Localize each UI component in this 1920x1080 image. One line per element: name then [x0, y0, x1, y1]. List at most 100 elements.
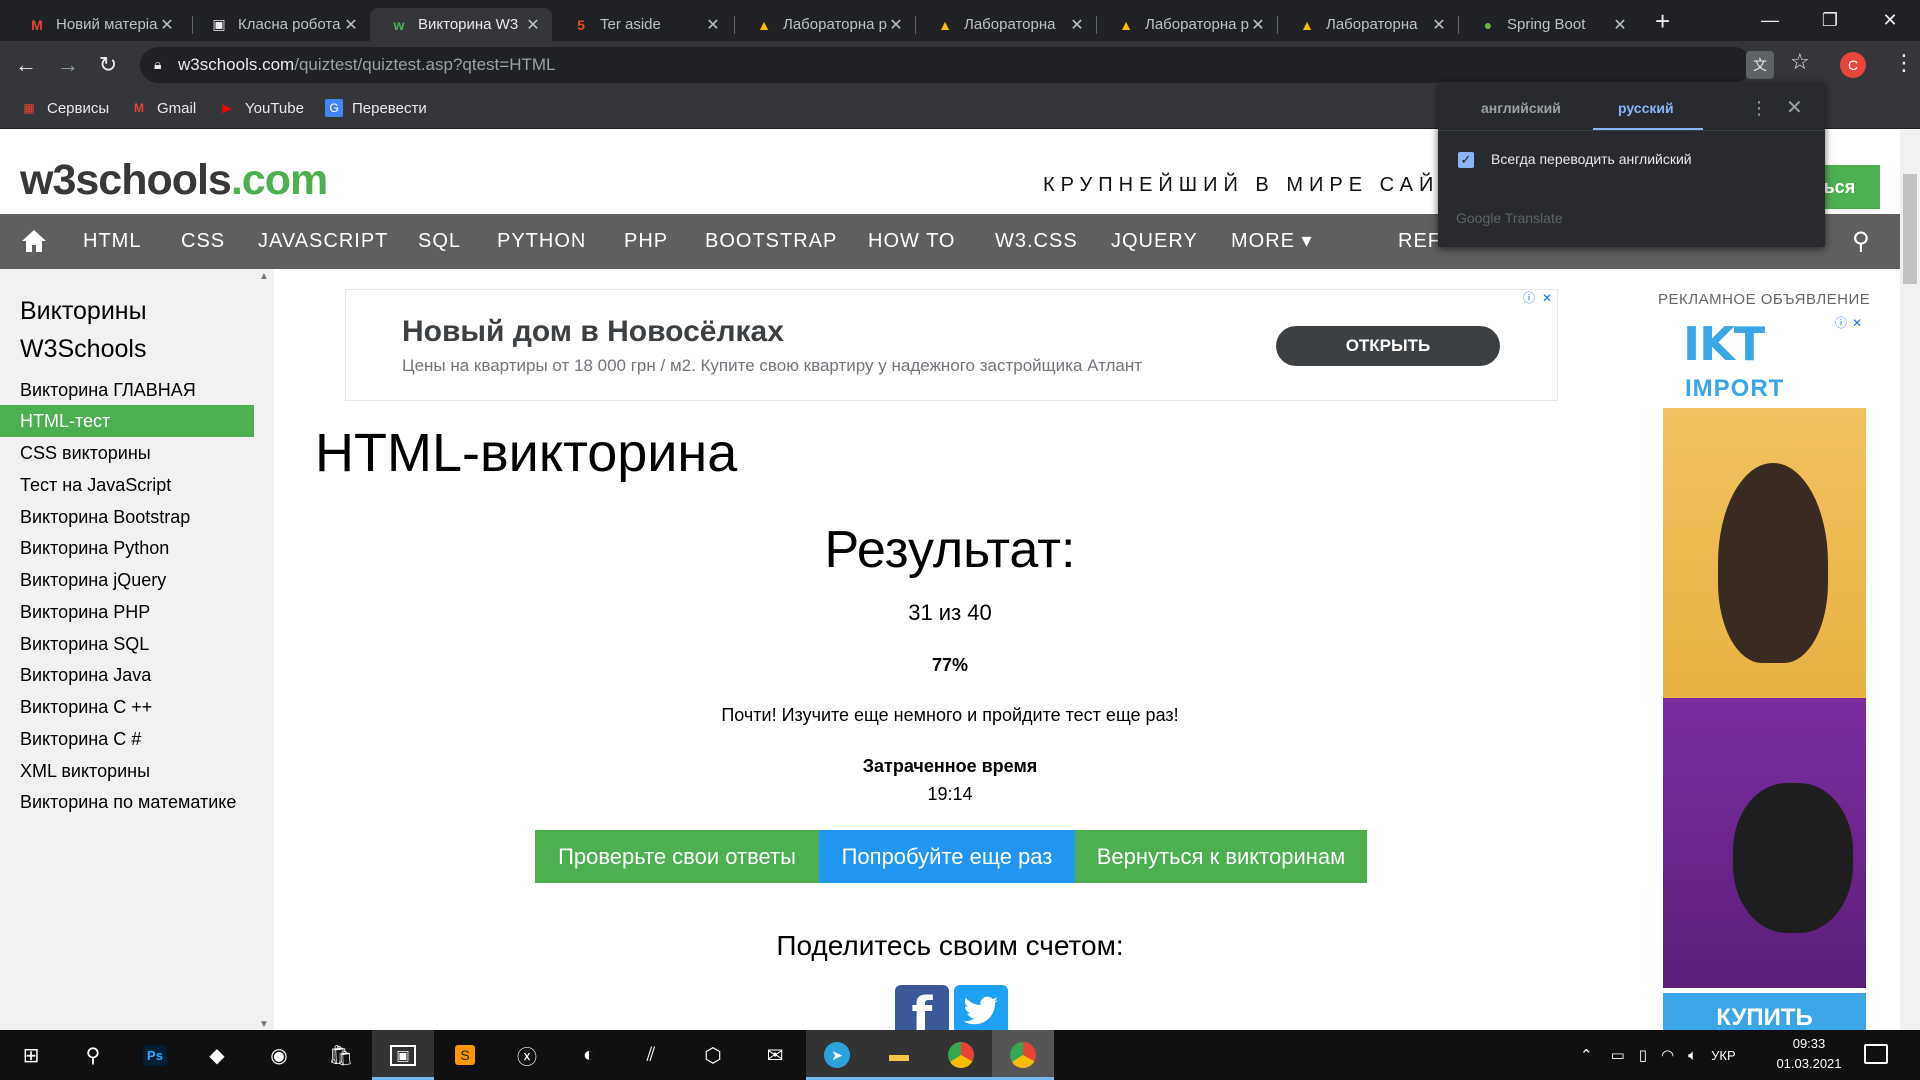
- nav-html[interactable]: HTML: [83, 214, 141, 269]
- sidebar-item-quiz-home[interactable]: Викторина ГЛАВНАЯ: [0, 374, 254, 406]
- close-icon[interactable]: ✕: [1249, 15, 1267, 35]
- battery-icon[interactable]: ▭: [1611, 1046, 1625, 1064]
- sidebar-item-jquery-quiz[interactable]: Викторина jQuery: [0, 564, 254, 596]
- nav-css[interactable]: CSS: [181, 214, 225, 269]
- facebook-share-icon[interactable]: f: [895, 985, 949, 1030]
- sidebar-item-math-quiz[interactable]: Викторина по математике: [0, 786, 254, 818]
- sidebar-item-html-quiz[interactable]: HTML-тест: [0, 405, 254, 437]
- more-options-icon[interactable]: ⋮: [1750, 98, 1768, 119]
- sidebar-item-php-quiz[interactable]: Викторина PHP: [0, 596, 254, 628]
- page-scrollbar[interactable]: [1900, 130, 1920, 1030]
- windows-start-icon[interactable]: ⊞: [0, 1030, 62, 1080]
- browser-menu-icon[interactable]: ⋮: [1893, 50, 1915, 76]
- telegram-icon[interactable]: ➤: [806, 1030, 868, 1080]
- lock-icon[interactable]: 🔒︎: [154, 56, 161, 73]
- window-close-button[interactable]: ✕: [1860, 0, 1920, 40]
- file-explorer-icon[interactable]: ▬: [868, 1030, 930, 1080]
- nav-python[interactable]: PYTHON: [497, 214, 586, 269]
- tab[interactable]: ▲ Лабораторна р ✕: [735, 8, 915, 41]
- volume-icon[interactable]: 🔈︎: [1688, 1047, 1697, 1064]
- tab[interactable]: 5 Ter aside ✕: [552, 8, 732, 41]
- tab[interactable]: M Новий матеріал ✕: [8, 8, 186, 41]
- sidebar-item-sql-quiz[interactable]: Викторина SQL: [0, 628, 254, 660]
- close-icon[interactable]: ✕: [524, 15, 542, 35]
- nav-w3css[interactable]: W3.CSS: [995, 214, 1078, 269]
- lang-tab-russian[interactable]: русский: [1618, 100, 1674, 116]
- close-icon[interactable]: ✕: [1611, 15, 1629, 35]
- ide-icon[interactable]: ▣: [372, 1030, 434, 1080]
- bookmark-apps[interactable]: ▦ Сервисы: [20, 99, 109, 117]
- try-again-button[interactable]: Попробуйте еще раз: [819, 830, 1075, 883]
- clock[interactable]: 09:33 01.03.2021: [1773, 1034, 1845, 1074]
- top-ad-banner[interactable]: ⓘ ✕ Новый дом в Новосёлках Цены на кварт…: [345, 289, 1558, 401]
- chrome-icon[interactable]: [930, 1030, 992, 1080]
- forward-button[interactable]: →: [52, 49, 84, 81]
- tab[interactable]: ▲ Лабораторна ✕: [1278, 8, 1458, 41]
- notification-icon[interactable]: [1864, 1044, 1888, 1064]
- ad-title[interactable]: Новый дом в Новосёлках: [402, 315, 784, 349]
- scrollbar-thumb[interactable]: [1903, 174, 1917, 284]
- mail-icon[interactable]: ✉: [744, 1030, 806, 1080]
- nav-more[interactable]: MORE ▾: [1231, 214, 1313, 269]
- nav-javascript[interactable]: JAVASCRIPT: [258, 214, 388, 269]
- minimize-button[interactable]: —: [1740, 0, 1800, 40]
- back-to-quizzes-button[interactable]: Вернуться к викторинам: [1075, 830, 1367, 883]
- url-text[interactable]: w3schools.com/quiztest/quiztest.asp?qtes…: [178, 55, 556, 75]
- side-ad-banner[interactable]: ⓘ ✕ IKT IMPORT КУПИТЬ: [1663, 313, 1866, 1030]
- nav-sql[interactable]: SQL: [418, 214, 461, 269]
- close-icon[interactable]: ✕: [342, 15, 360, 35]
- ad-close-icon[interactable]: ✕: [1539, 290, 1555, 306]
- maximize-button[interactable]: ❐: [1800, 0, 1860, 40]
- unreal-icon[interactable]: ⫽: [620, 1030, 682, 1080]
- ad-open-button[interactable]: ОТКРЫТЬ: [1276, 326, 1500, 366]
- bookmark-youtube[interactable]: ▶ YouTube: [218, 99, 304, 117]
- photoshop-icon[interactable]: Ps: [124, 1030, 186, 1080]
- sidebar-item-css-quiz[interactable]: CSS викторины: [0, 437, 254, 469]
- home-icon[interactable]: [20, 228, 48, 254]
- bookmark-gmail[interactable]: M Gmail: [130, 99, 196, 117]
- back-button[interactable]: ←: [10, 49, 42, 81]
- search-icon[interactable]: ⚲: [1852, 227, 1870, 256]
- profile-avatar[interactable]: С: [1840, 52, 1866, 78]
- reload-button[interactable]: ↻: [92, 49, 124, 81]
- unity-icon[interactable]: ⬡: [682, 1030, 744, 1080]
- xbox-icon[interactable]: ⓧ: [496, 1030, 558, 1080]
- ad-info-icon[interactable]: ⓘ: [1521, 290, 1537, 306]
- tab[interactable]: ▣ Класна робота ✕: [190, 8, 370, 41]
- sidebar-item-csharp-quiz[interactable]: Викторина С #: [0, 723, 254, 755]
- sidebar-item-bootstrap-quiz[interactable]: Викторина Bootstrap: [0, 501, 254, 533]
- bookmark-translate[interactable]: G Перевести: [325, 99, 427, 117]
- sidebar-item-xml-quiz[interactable]: XML викторины: [0, 755, 254, 787]
- tab[interactable]: ▲ Лабораторна р ✕: [1097, 8, 1277, 41]
- sidebar-item-java-quiz[interactable]: Викторина Java: [0, 659, 254, 691]
- scroll-down-icon[interactable]: ▼: [259, 1019, 269, 1030]
- bookmark-star-icon[interactable]: ☆: [1790, 49, 1810, 75]
- nvidia-icon[interactable]: ◐: [558, 1030, 620, 1080]
- chrome-icon[interactable]: [992, 1030, 1054, 1080]
- tab[interactable]: ● Spring Boot ✕: [1459, 8, 1639, 41]
- address-bar[interactable]: 🔒︎ w3schools.com/quiztest/quiztest.asp?q…: [140, 47, 1752, 83]
- store-icon[interactable]: 🛍︎: [310, 1030, 372, 1080]
- close-icon[interactable]: ✕: [1786, 95, 1803, 120]
- tray-expand-icon[interactable]: ⌃: [1580, 1046, 1593, 1064]
- w3schools-logo[interactable]: w3schools.com: [20, 156, 328, 205]
- close-icon[interactable]: ✕: [704, 15, 722, 35]
- new-tab-button[interactable]: +: [1655, 7, 1670, 35]
- buy-button[interactable]: КУПИТЬ: [1663, 993, 1866, 1030]
- scroll-up-icon[interactable]: ▲: [259, 271, 269, 282]
- close-icon[interactable]: ✕: [1430, 15, 1448, 35]
- media-player-icon[interactable]: ◉: [248, 1030, 310, 1080]
- twitter-share-icon[interactable]: [954, 985, 1008, 1030]
- close-icon[interactable]: ✕: [158, 15, 176, 35]
- translate-icon[interactable]: 文: [1746, 51, 1774, 79]
- close-icon[interactable]: ✕: [1068, 15, 1086, 35]
- wifi-icon[interactable]: ◠: [1661, 1046, 1674, 1064]
- always-translate-label[interactable]: Всегда переводить английский: [1491, 151, 1692, 167]
- nav-howto[interactable]: HOW TO: [868, 214, 955, 269]
- close-icon[interactable]: ✕: [887, 15, 905, 35]
- language-indicator[interactable]: УКР: [1711, 1048, 1736, 1063]
- nav-php[interactable]: PHP: [624, 214, 668, 269]
- always-translate-checkbox[interactable]: ✓: [1458, 152, 1474, 168]
- sublime-icon[interactable]: S: [434, 1030, 496, 1080]
- device-icon[interactable]: ▯: [1639, 1046, 1647, 1064]
